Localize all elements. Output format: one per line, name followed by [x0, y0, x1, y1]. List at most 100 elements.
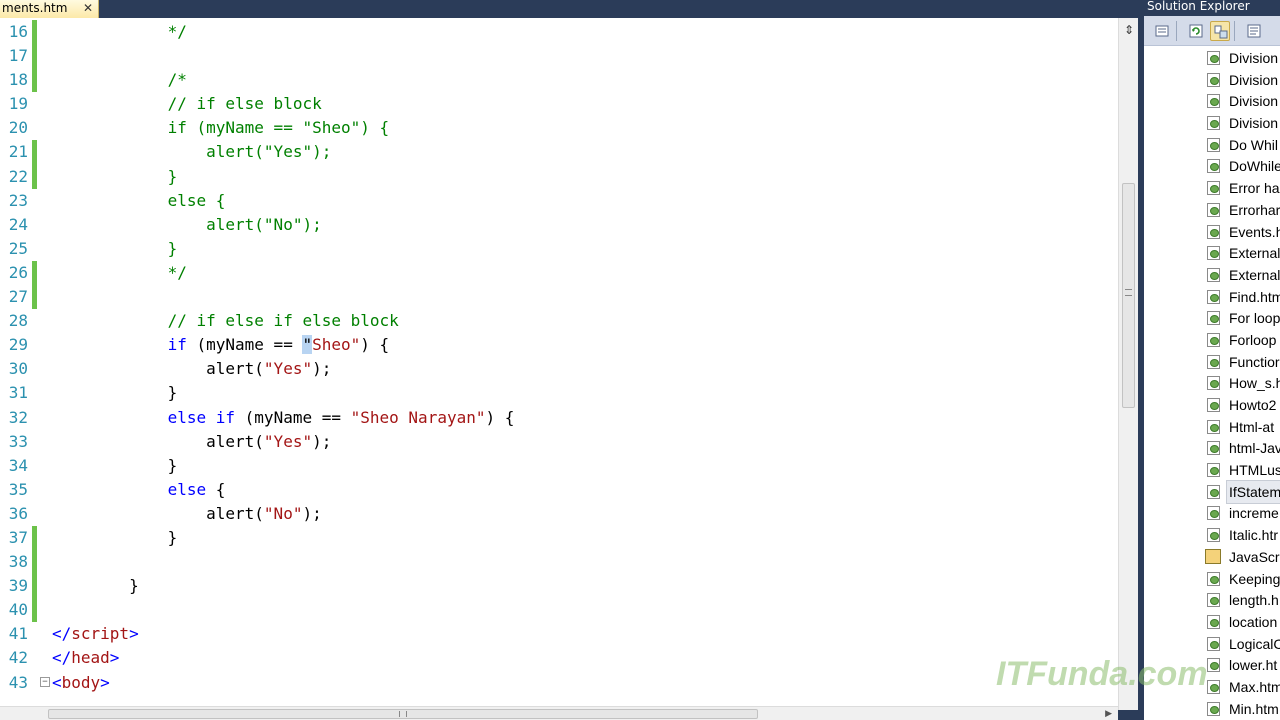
- html-file-icon: [1207, 701, 1220, 716]
- code-text: }: [52, 574, 139, 598]
- code-token: );: [302, 503, 322, 523]
- code-line[interactable]: 29 if (myName == "Sheo") {: [0, 333, 1118, 357]
- code-line[interactable]: 25 }: [0, 237, 1118, 261]
- line-number: 31: [8, 383, 28, 403]
- collapse-icon[interactable]: −: [40, 676, 50, 687]
- solution-tree-item[interactable]: HTMLus: [1144, 459, 1280, 481]
- code-text: /*: [52, 68, 187, 92]
- solution-tree-item-label: Events.h: [1229, 223, 1280, 240]
- code-line[interactable]: 24 alert("No");: [0, 213, 1118, 237]
- code-line[interactable]: 41 </script>: [0, 622, 1118, 646]
- code-line[interactable]: 20 if (myName == "Sheo") {: [0, 116, 1118, 140]
- code-line[interactable]: 26 */: [0, 260, 1118, 286]
- solution-tree-item[interactable]: Functior: [1144, 351, 1280, 373]
- solution-tree-item[interactable]: Division: [1144, 69, 1280, 91]
- line-number: 28: [8, 311, 28, 331]
- solution-tree-item[interactable]: Error ha: [1144, 177, 1280, 199]
- scroll-right-arrow-icon[interactable]: ▶: [1105, 707, 1112, 720]
- code-line[interactable]: 43 − <body>: [0, 671, 1118, 695]
- solution-tree-item[interactable]: Errorhar: [1144, 199, 1280, 221]
- code-line[interactable]: 17: [0, 44, 1118, 69]
- code-line[interactable]: 16 */: [0, 20, 1118, 45]
- code-line[interactable]: 33 alert("Yes");: [0, 430, 1118, 454]
- solution-tree-item[interactable]: Forloop: [1144, 329, 1280, 351]
- solution-tree-item-label: External.: [1229, 245, 1280, 262]
- code-line[interactable]: 22 }: [0, 164, 1118, 189]
- solution-tree-item[interactable]: Html-at: [1144, 416, 1280, 438]
- line-number: 37: [8, 527, 28, 547]
- code-token: alert(: [52, 359, 264, 379]
- html-file-icon: [1207, 593, 1220, 608]
- refresh-icon[interactable]: [1186, 21, 1206, 41]
- code-token: );: [312, 359, 332, 379]
- code-line[interactable]: 36 alert("No");: [0, 502, 1118, 526]
- change-marker: [32, 671, 37, 695]
- horizontal-scroll-thumb[interactable]: [48, 709, 758, 719]
- solution-tree-item[interactable]: Division: [1144, 112, 1280, 134]
- code-line[interactable]: 28 // if else if else block: [0, 309, 1118, 333]
- solution-tree-item[interactable]: DoWhile: [1144, 155, 1280, 177]
- solution-tree-item[interactable]: Italic.htr: [1144, 524, 1280, 546]
- code-line[interactable]: 30 alert("Yes");: [0, 357, 1118, 381]
- solution-tree-item-label: Italic.htr: [1229, 527, 1279, 544]
- change-marker: [32, 646, 37, 670]
- change-marker: [32, 213, 37, 237]
- solution-tree-item-label: Keeping: [1229, 570, 1280, 587]
- code-line[interactable]: 21 alert("Yes");: [0, 140, 1118, 165]
- code-line[interactable]: 23 else {: [0, 189, 1118, 213]
- solution-tree-item[interactable]: Division: [1144, 90, 1280, 112]
- code-line[interactable]: 31 }: [0, 381, 1118, 405]
- properties-icon[interactable]: [1152, 21, 1172, 41]
- code-editor[interactable]: 16 */17 18 /* 19 // if else block 20 if (my…: [0, 18, 1118, 710]
- solution-explorer-title: Solution Explorer: [1144, 0, 1280, 16]
- code-line[interactable]: 32 else if (myName == "Sheo Narayan") {: [0, 406, 1118, 430]
- solution-tree-item[interactable]: Events.h: [1144, 221, 1280, 243]
- code-line[interactable]: 39 }: [0, 574, 1118, 599]
- change-marker: [32, 20, 37, 45]
- code-line[interactable]: 37 }: [0, 525, 1118, 551]
- solution-tree-item[interactable]: External.: [1144, 242, 1280, 264]
- code-line[interactable]: 42 </head>: [0, 646, 1118, 670]
- document-tab[interactable]: ments.htm ✕: [0, 0, 99, 18]
- solution-tree-item[interactable]: How_s.h: [1144, 372, 1280, 394]
- solution-tree-item[interactable]: LogicalC: [1144, 633, 1280, 655]
- solution-tree-item-label: Division: [1229, 50, 1279, 66]
- code-text: alert("Yes");: [52, 430, 331, 454]
- nest-files-icon[interactable]: [1210, 21, 1230, 41]
- solution-tree-item[interactable]: External.: [1144, 264, 1280, 286]
- solution-tree-item[interactable]: location: [1144, 611, 1280, 633]
- solution-tree-item[interactable]: Min.htm: [1144, 698, 1280, 720]
- code-token: }: [52, 455, 178, 475]
- solution-tree-item-label: IfStatem: [1225, 479, 1280, 504]
- solution-tree-item[interactable]: For loop: [1144, 307, 1280, 329]
- solution-tree-item[interactable]: html-Jav: [1144, 437, 1280, 459]
- solution-tree-item[interactable]: increme: [1144, 502, 1280, 524]
- code-line[interactable]: 38: [0, 550, 1118, 575]
- solution-tree-item[interactable]: IfStatem: [1144, 479, 1280, 504]
- code-line[interactable]: 34 }: [0, 454, 1118, 478]
- solution-tree-item[interactable]: Find.htm: [1144, 286, 1280, 308]
- close-tab-icon[interactable]: ✕: [83, 0, 93, 17]
- solution-tree-item[interactable]: Division: [1144, 47, 1280, 69]
- code-line[interactable]: 18 /*: [0, 68, 1118, 93]
- code-line[interactable]: 40: [0, 598, 1118, 623]
- code-line[interactable]: 19 // if else block: [0, 92, 1118, 116]
- code-line[interactable]: 35 else {: [0, 478, 1118, 502]
- solution-tree-item[interactable]: length.h: [1144, 589, 1280, 611]
- vertical-scrollbar[interactable]: ⇕: [1118, 18, 1138, 710]
- code-line[interactable]: 27: [0, 285, 1118, 310]
- horizontal-scrollbar[interactable]: ▶: [0, 706, 1118, 720]
- change-marker: [32, 622, 37, 646]
- solution-tree-item[interactable]: Do Whil: [1144, 134, 1280, 156]
- solution-tree-item[interactable]: Keeping: [1144, 568, 1280, 590]
- split-window-icon[interactable]: ⇕: [1122, 22, 1136, 38]
- solution-tree-item[interactable]: JavaScri: [1144, 546, 1280, 568]
- view-code-icon[interactable]: [1244, 21, 1264, 41]
- solution-tree-item-label: location: [1229, 613, 1278, 630]
- solution-tree-item[interactable]: Howto2: [1144, 394, 1280, 416]
- vertical-scroll-thumb[interactable]: [1122, 183, 1135, 408]
